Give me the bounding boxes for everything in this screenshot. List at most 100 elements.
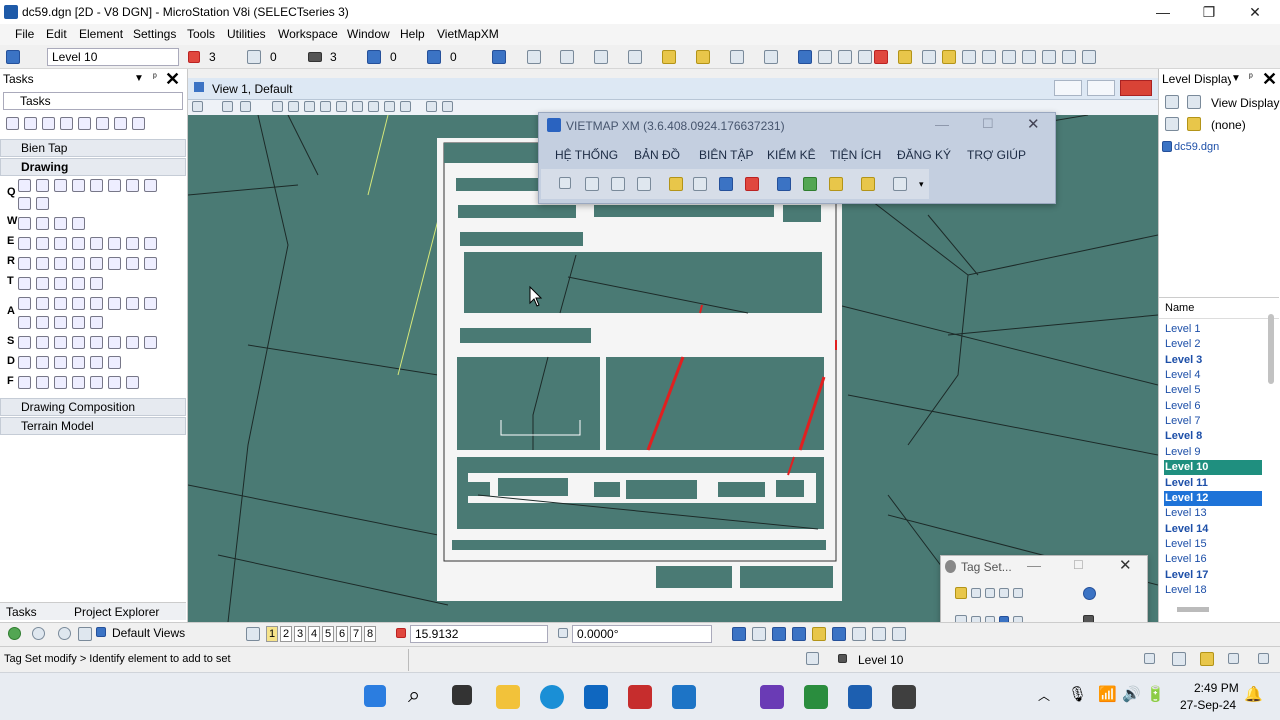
level-panel-close-icon[interactable]: ✕ bbox=[1262, 69, 1277, 90]
level-list-icon[interactable] bbox=[1187, 117, 1201, 131]
level-row[interactable]: Level 1 bbox=[1164, 322, 1262, 337]
snap-midpoint-icon[interactable] bbox=[962, 50, 976, 64]
delete-tool-icon[interactable] bbox=[745, 177, 759, 191]
level-list-scrollbar[interactable] bbox=[1268, 314, 1274, 384]
trim-icon[interactable] bbox=[72, 257, 85, 271]
arc-radius-icon[interactable] bbox=[126, 237, 139, 251]
view-1-button[interactable]: 1 bbox=[266, 626, 278, 642]
cell-oval-icon[interactable] bbox=[108, 356, 121, 370]
view-attributes-icon[interactable] bbox=[6, 50, 20, 64]
text-increment-icon[interactable] bbox=[90, 297, 103, 311]
status-design-icon[interactable] bbox=[1172, 652, 1186, 666]
text-fit-icon[interactable] bbox=[18, 316, 31, 330]
update-view-icon[interactable] bbox=[222, 101, 233, 112]
partial-delete-icon[interactable] bbox=[36, 257, 49, 271]
line-style-icon[interactable] bbox=[247, 50, 261, 64]
mirror-tool-icon[interactable] bbox=[96, 117, 109, 131]
ungroup-icon[interactable] bbox=[72, 277, 85, 291]
view-display-icon[interactable] bbox=[1165, 95, 1179, 109]
copy-tool-icon[interactable] bbox=[24, 117, 37, 131]
pin-icon[interactable]: ᵖ bbox=[153, 72, 157, 83]
level-row[interactable]: Level 3 bbox=[1164, 353, 1262, 368]
app-icon-red[interactable] bbox=[628, 685, 652, 709]
locate-icon[interactable] bbox=[730, 50, 744, 64]
view-7-button[interactable]: 7 bbox=[350, 626, 362, 642]
place-curve-icon[interactable] bbox=[90, 179, 103, 193]
fence-icon[interactable] bbox=[628, 50, 642, 64]
ellipse-icon[interactable] bbox=[36, 237, 49, 251]
cell-place-icon[interactable] bbox=[18, 356, 31, 370]
info-icon[interactable] bbox=[798, 50, 812, 64]
view-8-button[interactable]: 8 bbox=[364, 626, 376, 642]
crosshatch-icon[interactable] bbox=[54, 376, 67, 390]
view-minimize-button[interactable] bbox=[1054, 80, 1082, 96]
area-pattern-icon[interactable] bbox=[72, 376, 85, 390]
arc-center-icon[interactable] bbox=[90, 237, 103, 251]
arc-modify-icon[interactable] bbox=[144, 237, 157, 251]
panel-close-icon[interactable]: ✕ bbox=[165, 69, 180, 90]
place-text-icon[interactable] bbox=[18, 297, 31, 311]
level-row[interactable]: Level 2 bbox=[1164, 337, 1262, 352]
construct-icon[interactable] bbox=[18, 197, 31, 211]
window-area-icon[interactable] bbox=[288, 101, 299, 112]
snap-center-icon[interactable] bbox=[982, 50, 996, 64]
cancel-icon[interactable] bbox=[874, 50, 888, 64]
delete-tool-icon[interactable] bbox=[114, 117, 127, 131]
place-spline-icon[interactable] bbox=[126, 179, 139, 193]
previous-icon[interactable] bbox=[852, 627, 866, 641]
grid-icon[interactable] bbox=[838, 50, 852, 64]
file-explorer-icon[interactable] bbox=[496, 685, 520, 709]
clock-time[interactable]: 2:49 PM bbox=[1194, 681, 1239, 695]
snap-bisector-icon[interactable] bbox=[1022, 50, 1036, 64]
accudraw-icon[interactable] bbox=[662, 50, 676, 64]
tab-project-explorer[interactable]: Project Explorer bbox=[74, 605, 159, 619]
menu-file[interactable]: File bbox=[15, 27, 34, 41]
forward-icon[interactable] bbox=[32, 627, 45, 640]
tray-chevron-icon[interactable]: ︿ bbox=[1038, 687, 1050, 704]
menu-workspace[interactable]: Workspace bbox=[278, 27, 338, 41]
dimension-update-icon[interactable] bbox=[126, 336, 139, 350]
section-drawing-composition[interactable]: Drawing Composition bbox=[0, 398, 186, 416]
recycle-tool-icon[interactable] bbox=[803, 177, 817, 191]
place-line-icon[interactable] bbox=[36, 179, 49, 193]
toolbar-more-icon[interactable]: ▾ bbox=[919, 179, 924, 190]
clip-mask-icon[interactable] bbox=[400, 101, 411, 112]
zoom-icon[interactable] bbox=[792, 627, 806, 641]
level-row[interactable]: Level 12 bbox=[1164, 490, 1262, 506]
menu-tools[interactable]: Tools bbox=[187, 27, 215, 41]
snap-tangent-icon[interactable] bbox=[1062, 50, 1076, 64]
map-tool-icon[interactable] bbox=[611, 177, 625, 191]
tab-tien-ich[interactable]: TIỆN ÍCH bbox=[830, 148, 881, 162]
tab-he-thong[interactable]: HỆ THỐNG bbox=[555, 148, 618, 162]
search-icon[interactable]: ⌕ bbox=[408, 682, 420, 708]
tag-define-icon[interactable] bbox=[955, 587, 967, 599]
dimension-radial-icon[interactable] bbox=[72, 336, 85, 350]
pattern-icon[interactable] bbox=[18, 376, 31, 390]
dimension-modify-icon[interactable] bbox=[144, 336, 157, 350]
horizontal-scrollbar[interactable] bbox=[1177, 607, 1209, 612]
snap-origin-icon[interactable] bbox=[1002, 50, 1016, 64]
dimension-ordinate-icon[interactable] bbox=[108, 336, 121, 350]
snap-perpendicular-icon[interactable] bbox=[1082, 50, 1096, 64]
text-table-icon[interactable] bbox=[90, 316, 103, 330]
view-next-icon[interactable] bbox=[368, 101, 379, 112]
text-field-icon[interactable] bbox=[72, 316, 85, 330]
transparency-icon[interactable] bbox=[367, 50, 381, 64]
line-weight-value[interactable]: 3 bbox=[330, 50, 337, 64]
menu-help[interactable]: Help bbox=[400, 27, 425, 41]
place-stream-icon[interactable] bbox=[108, 179, 121, 193]
dimension-linear-icon[interactable] bbox=[36, 336, 49, 350]
globe-tool-icon[interactable] bbox=[719, 177, 733, 191]
snap-nearest-icon[interactable] bbox=[922, 50, 936, 64]
volume-icon[interactable]: 🔊 bbox=[1122, 685, 1141, 703]
text-match-icon[interactable] bbox=[126, 297, 139, 311]
level-row[interactable]: Level 13 bbox=[1164, 506, 1262, 521]
menu-settings[interactable]: Settings bbox=[133, 27, 176, 41]
references-icon[interactable] bbox=[764, 50, 778, 64]
coordinate-input[interactable]: 15.9132 bbox=[410, 625, 548, 643]
vietmap-minimize-icon[interactable]: — bbox=[935, 116, 949, 132]
battery-icon[interactable]: 🔋 bbox=[1146, 685, 1165, 703]
drop-complex-icon[interactable] bbox=[90, 277, 103, 291]
tab-dang-ky[interactable]: ĐĂNG KÝ bbox=[897, 148, 951, 162]
notification-bell-icon[interactable]: 🔔 bbox=[1244, 685, 1263, 703]
